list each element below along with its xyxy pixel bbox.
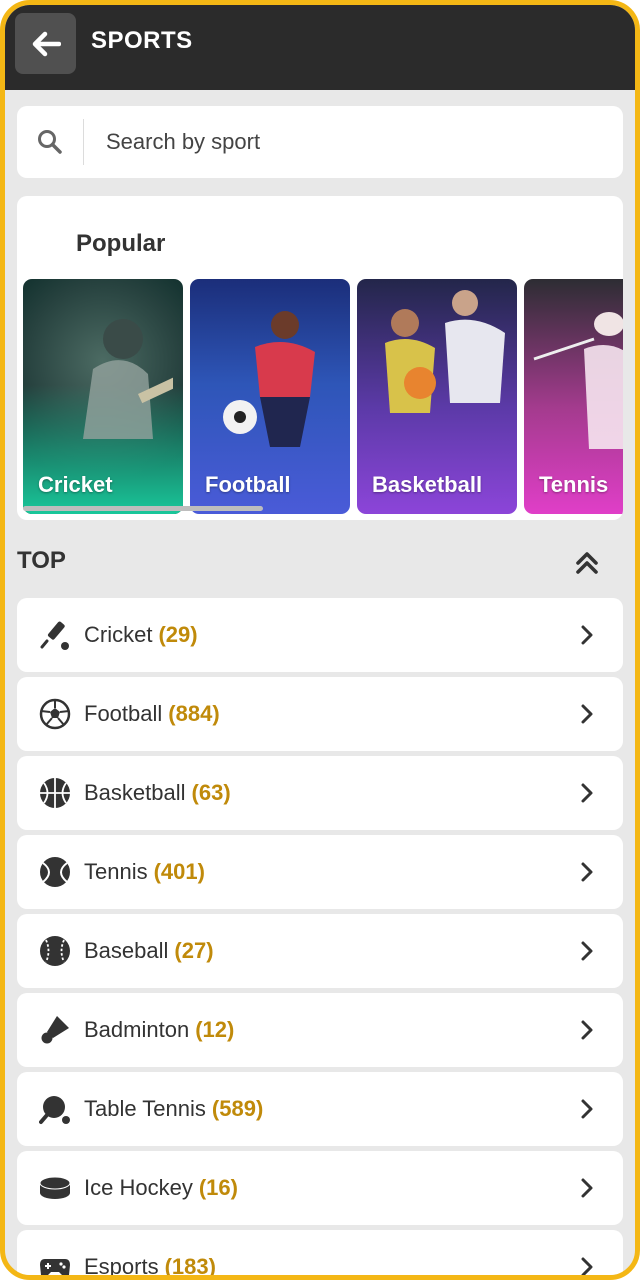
chevron-right-icon <box>581 862 593 882</box>
chevron-right-icon <box>581 941 593 961</box>
cricket-icon <box>40 621 69 650</box>
sport-count: (63) <box>191 780 231 805</box>
popular-card-label: Basketball <box>372 472 483 497</box>
sport-name: Baseball (27) <box>84 938 214 963</box>
popular-card-label: Football <box>205 472 291 497</box>
sport-count: (183) <box>164 1254 216 1279</box>
sport-row-table-tennis[interactable]: Table Tennis (589) <box>17 1072 623 1146</box>
esports-icon <box>40 1259 70 1275</box>
sport-count: (12) <box>195 1017 235 1042</box>
popular-title: Popular <box>76 230 166 257</box>
sport-name: Tennis (401) <box>84 859 205 884</box>
chevron-right-icon <box>581 1020 593 1040</box>
sport-count: (884) <box>168 701 220 726</box>
chevron-right-icon <box>581 704 593 724</box>
table-tennis-icon <box>39 1096 70 1124</box>
page-title: SPORTS <box>91 27 193 54</box>
popular-card-football[interactable]: Football <box>190 279 350 514</box>
top-bar: SPORTS <box>5 5 635 90</box>
search-divider <box>83 119 84 165</box>
search-bar[interactable]: Search by sport <box>17 106 623 178</box>
popular-card-basketball[interactable]: Basketball <box>357 279 517 514</box>
sport-row-ice-hockey[interactable]: Ice Hockey (16) <box>17 1151 623 1225</box>
chevron-right-icon <box>581 625 593 645</box>
top-section-header[interactable]: TOP <box>17 541 623 585</box>
sport-row-cricket[interactable]: Cricket (29) <box>17 598 623 672</box>
badminton-icon <box>41 1016 69 1044</box>
arrow-left-icon <box>32 31 61 56</box>
sport-row-football[interactable]: Football (884) <box>17 677 623 751</box>
sport-count: (29) <box>158 622 198 647</box>
sport-row-basketball[interactable]: Basketball (63) <box>17 756 623 830</box>
basketball-icon <box>40 778 70 808</box>
search-input[interactable]: Search by sport <box>106 129 260 155</box>
sport-row-badminton[interactable]: Badminton (12) <box>17 993 623 1067</box>
sport-name: Cricket (29) <box>84 622 198 647</box>
popular-section: Popular Cricket Football Basketball Tenn… <box>17 196 623 520</box>
chevron-right-icon <box>581 1178 593 1198</box>
popular-card-label: Cricket <box>38 472 113 497</box>
chevron-right-icon <box>581 783 593 803</box>
sport-row-baseball[interactable]: Baseball (27) <box>17 914 623 988</box>
sport-name: Ice Hockey (16) <box>84 1175 238 1200</box>
popular-card-label: Tennis <box>539 472 609 497</box>
sport-count: (401) <box>153 859 205 884</box>
ice-hockey-icon <box>39 1176 71 1199</box>
popular-carousel[interactable]: Cricket Football Basketball Tennis <box>23 279 623 514</box>
sport-name: Football (884) <box>84 701 220 726</box>
sport-name: Esports (183) <box>84 1254 216 1279</box>
top-section-label: TOP <box>17 547 66 574</box>
sport-name: Basketball (63) <box>84 780 231 805</box>
football-icon <box>39 698 71 730</box>
sport-count: (27) <box>174 938 214 963</box>
sport-name: Table Tennis (589) <box>84 1096 264 1121</box>
popular-card-tennis[interactable]: Tennis <box>524 279 623 514</box>
app-frame: SPORTS Search by sport Popular Cricket F… <box>0 0 640 1280</box>
sport-count: (16) <box>198 1175 238 1200</box>
chevrons-up-icon[interactable] <box>571 547 603 579</box>
back-button[interactable] <box>15 13 76 74</box>
sport-count: (589) <box>211 1096 264 1121</box>
popular-card-cricket[interactable]: Cricket <box>23 279 183 514</box>
sport-row-esports[interactable]: Esports (183) <box>17 1230 623 1279</box>
sport-row-tennis[interactable]: Tennis (401) <box>17 835 623 909</box>
carousel-scrollbar[interactable] <box>23 506 263 511</box>
sport-name: Badminton (12) <box>84 1017 235 1042</box>
search-icon <box>17 106 83 178</box>
tennis-icon <box>40 857 70 887</box>
chevron-right-icon <box>581 1099 593 1119</box>
chevron-right-icon <box>581 1257 593 1275</box>
baseball-icon <box>40 936 70 966</box>
